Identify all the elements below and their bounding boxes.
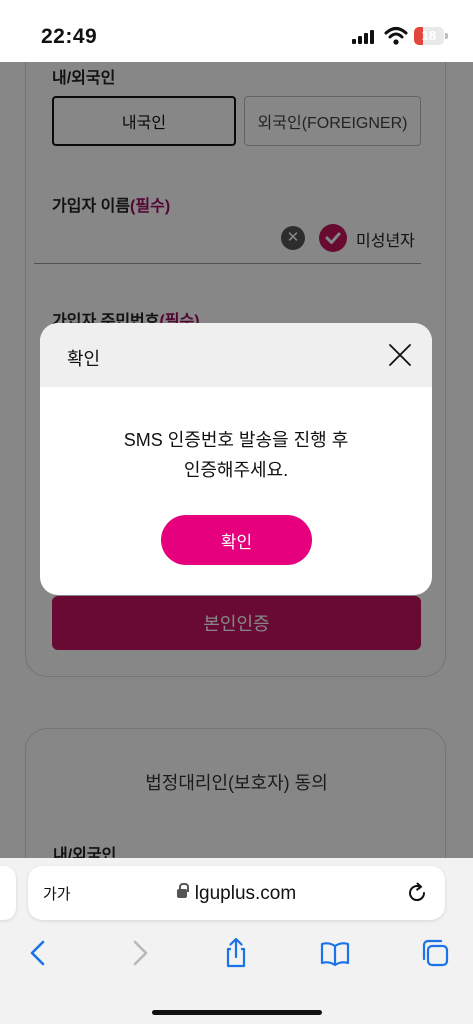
- confirm-dialog: 확인 SMS 인증번호 발송을 진행 후 인증해주세요. 확인: [40, 323, 432, 595]
- share-icon[interactable]: [221, 938, 251, 968]
- cellular-signal-icon: [352, 30, 376, 44]
- dialog-message-line1: SMS 인증번호 발송을 진행 후: [123, 430, 349, 450]
- dialog-header: 확인: [40, 323, 432, 387]
- url-text: lguplus.com: [194, 883, 297, 904]
- url-display[interactable]: lguplus.com: [28, 883, 445, 905]
- wifi-icon: [384, 27, 408, 45]
- bookmarks-icon[interactable]: [320, 938, 350, 968]
- battery-level: 18: [421, 28, 437, 43]
- battery-icon: 18: [414, 27, 448, 45]
- forward-icon[interactable]: [124, 938, 154, 968]
- reload-icon[interactable]: [405, 881, 429, 905]
- dialog-message-line2: 인증해주세요.: [183, 460, 289, 480]
- back-icon[interactable]: [24, 938, 54, 968]
- dialog-message: SMS 인증번호 발송을 진행 후 인증해주세요.: [40, 425, 432, 485]
- close-icon[interactable]: [388, 343, 412, 367]
- status-bar: 22:49 18: [0, 0, 473, 62]
- tabs-icon[interactable]: [420, 938, 450, 968]
- lock-icon: [176, 883, 189, 900]
- dialog-title: 확인: [67, 349, 101, 369]
- home-indicator: [152, 1010, 322, 1015]
- previous-tab-preview[interactable]: [0, 866, 16, 920]
- dialog-ok-button[interactable]: 확인: [161, 515, 312, 565]
- address-bar[interactable]: 가가 lguplus.com: [28, 866, 445, 920]
- status-time: 22:49: [41, 25, 98, 48]
